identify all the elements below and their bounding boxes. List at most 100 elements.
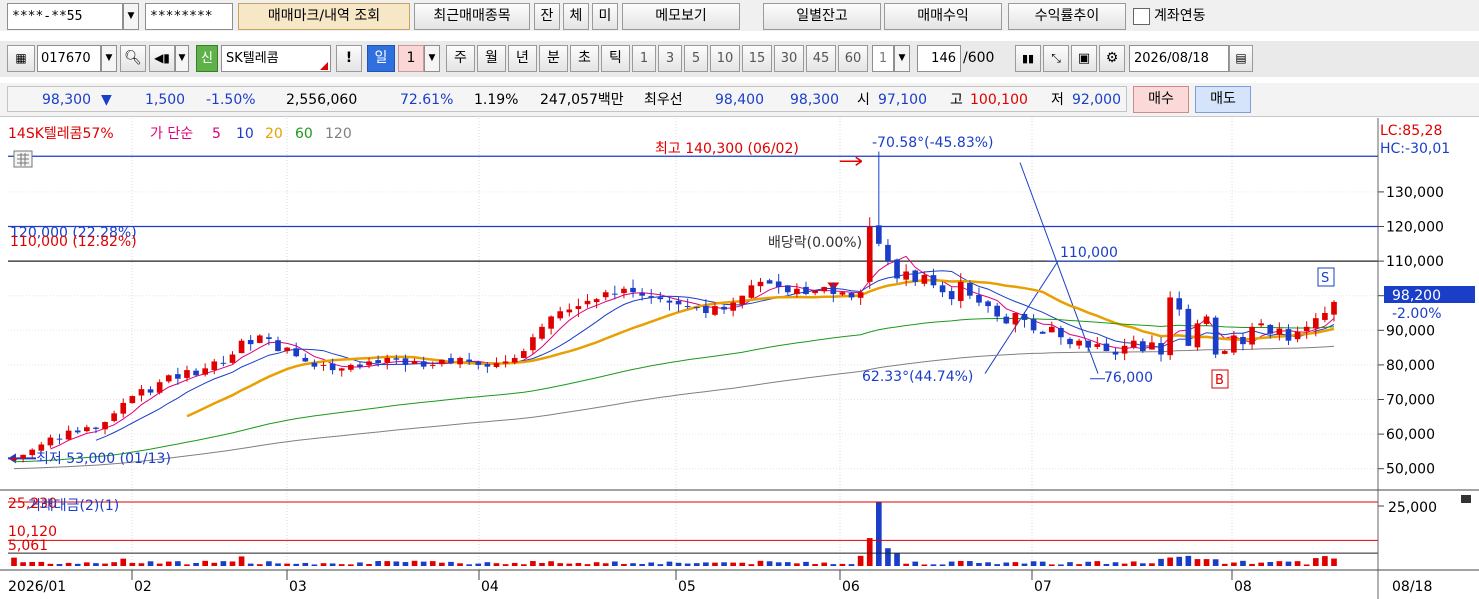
volume-bar: [1130, 561, 1137, 566]
volume: 2,556,060: [286, 92, 358, 108]
period-tick-button[interactable]: 틱: [601, 45, 630, 72]
speaker-icon[interactable]: ◀▮: [149, 45, 175, 72]
stock-code-field[interactable]: 017670: [37, 45, 101, 72]
custom-period-dropdown[interactable]: ▼: [894, 45, 910, 72]
volume-bar: [120, 558, 127, 566]
price-chart[interactable]: 50,00060,00070,00080,00090,000100,000110…: [0, 118, 1479, 599]
min-option-10[interactable]: 10: [710, 45, 740, 72]
sound-dropdown[interactable]: ▼: [175, 45, 189, 72]
period-second-button[interactable]: 초: [570, 45, 599, 72]
min-option-60[interactable]: 60: [838, 45, 868, 72]
custom-period-field[interactable]: 1: [872, 45, 894, 72]
stock-name-field[interactable]: SK텔레콤: [221, 45, 331, 72]
volume-bar: [411, 560, 418, 566]
volume-bar: [493, 563, 500, 566]
candle-body: [193, 370, 199, 376]
volume-bar: [1030, 561, 1037, 566]
password-field[interactable]: ********: [145, 3, 233, 30]
trade-profit-button[interactable]: 매매수익: [884, 3, 1002, 30]
stock-code-dropdown[interactable]: ▼: [101, 45, 117, 72]
recent-trades-button[interactable]: 최근매매종목: [414, 3, 530, 30]
trade-amount: 247,057백만: [540, 92, 624, 108]
min-option-15[interactable]: 15: [742, 45, 772, 72]
volume-bar: [220, 561, 227, 566]
volume-bar: [639, 564, 645, 566]
unexecuted-button[interactable]: 미: [592, 3, 618, 30]
account-link-checkbox[interactable]: [1133, 8, 1150, 25]
candle-body: [784, 285, 791, 293]
period-weekly-button[interactable]: 주: [446, 45, 475, 72]
gear-icon[interactable]: ⚙: [1099, 45, 1125, 72]
min-option-1[interactable]: 1: [632, 45, 656, 72]
candle-body: [366, 361, 372, 366]
volume-bar: [1039, 561, 1046, 566]
volume-bar: [238, 556, 245, 566]
buy-mark-text: B: [1215, 373, 1224, 388]
credit-badge[interactable]: 신: [196, 45, 218, 72]
min-option-5[interactable]: 5: [684, 45, 708, 72]
date-field[interactable]: 2026/08/18: [1129, 45, 1229, 72]
candle-body: [657, 297, 664, 300]
volume-bar: [803, 561, 809, 566]
panel-close-icon[interactable]: [1461, 495, 1471, 503]
volume-bar: [111, 562, 117, 566]
candle-body: [630, 287, 636, 293]
volume-bar: [721, 562, 727, 566]
candle-body: [994, 305, 1000, 317]
chart-toolbar: ▦ 017670 ▼ 🔍︎ ◀▮ ▼ 신 SK텔레콤 ! 일 1 ▼ 주 월 년…: [0, 41, 1479, 77]
search-icon[interactable]: 🔍︎: [120, 45, 146, 72]
volume-bar: [1140, 563, 1146, 566]
alert-button[interactable]: !: [336, 45, 362, 72]
min-option-45[interactable]: 45: [806, 45, 836, 72]
period-number-dropdown[interactable]: ▼: [424, 45, 440, 72]
legend-ma-120[interactable]: 120: [325, 126, 352, 142]
stock-list-icon[interactable]: ▦: [7, 45, 35, 72]
account-link-label: 계좌연동: [1154, 8, 1206, 24]
trade-mark-query-button[interactable]: 매매마크/내역 조회: [238, 3, 410, 30]
volume-bar: [967, 561, 973, 566]
buy-button[interactable]: 매수: [1133, 86, 1189, 113]
candle-body: [1322, 313, 1328, 320]
zoom-cross-icon[interactable]: ⤡: [1043, 45, 1069, 72]
save-icon[interactable]: ▣: [1071, 45, 1097, 72]
memo-view-button[interactable]: 메모보기: [622, 3, 740, 30]
legend-ma-60[interactable]: 60: [295, 126, 313, 142]
legend-ma-10[interactable]: 10: [236, 126, 254, 142]
ratio-2: 1.19%: [474, 92, 519, 108]
volume-bar: [1212, 559, 1219, 566]
volume-bar: [475, 563, 482, 566]
candle-body: [666, 300, 673, 303]
period-daily-button[interactable]: 일: [367, 45, 395, 72]
count-field[interactable]: 146: [917, 45, 961, 72]
daily-balance-button[interactable]: 일별잔고: [763, 3, 881, 30]
volume-bar: [748, 564, 755, 566]
min-option-30[interactable]: 30: [774, 45, 804, 72]
period-yearly-button[interactable]: 년: [508, 45, 537, 72]
min-option-3[interactable]: 3: [658, 45, 682, 72]
candle-body: [593, 299, 600, 303]
executed-button[interactable]: 체: [563, 3, 589, 30]
candle-body: [985, 301, 991, 307]
account-number-field[interactable]: ****-**55: [7, 3, 123, 30]
volume-bar: [1185, 555, 1192, 566]
legend-ma-5[interactable]: 5: [212, 126, 221, 142]
legend-ma-20[interactable]: 20: [265, 126, 283, 142]
calendar-icon[interactable]: ▤: [1229, 45, 1253, 72]
chart-compare-icon[interactable]: ▮▮: [1015, 45, 1041, 72]
volume-bar: [402, 562, 409, 566]
account-dropdown[interactable]: ▼: [123, 3, 139, 30]
y-tick-label: 110,000: [1386, 254, 1444, 270]
candle-body: [730, 302, 736, 311]
return-trend-button[interactable]: 수익률추이: [1008, 3, 1126, 30]
price-change: 1,500: [145, 92, 186, 108]
angle-up-annotation: 62.33°(44.74%): [862, 369, 973, 385]
candle-body: [1103, 343, 1110, 352]
candle-body: [675, 300, 682, 305]
period-monthly-button[interactable]: 월: [477, 45, 506, 72]
period-minute-button[interactable]: 분: [539, 45, 568, 72]
volume-bar: [20, 562, 26, 566]
sell-button[interactable]: 매도: [1195, 86, 1251, 113]
balance-button[interactable]: 잔: [534, 3, 560, 30]
candle-body: [493, 363, 500, 367]
period-number-field[interactable]: 1: [398, 45, 424, 72]
